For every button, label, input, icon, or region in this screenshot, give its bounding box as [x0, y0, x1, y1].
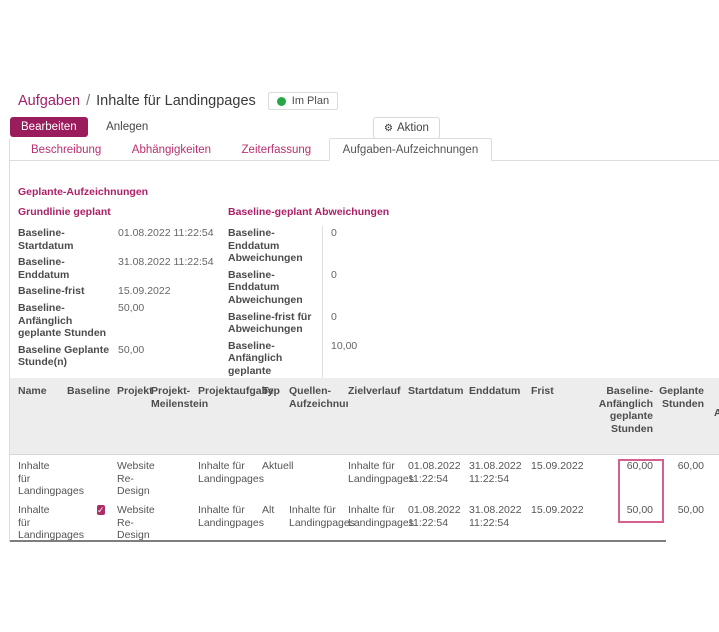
field-row: Baseline-Enddatum Abweichungen 0	[228, 269, 448, 307]
field-label: Baseline Geplante Stunde(n)	[18, 344, 118, 369]
cell-frist: 15.09.2022	[531, 460, 591, 499]
group-title: Grundlinie geplant	[18, 206, 220, 218]
cell-projekt: Website Re-Design	[117, 504, 151, 542]
cell-projektaufgabe: Inhalte für Landingpages	[198, 460, 262, 499]
column-header-projektaufgabe[interactable]: Projektaufgabe	[198, 385, 262, 454]
status-dot-icon	[277, 97, 286, 106]
baseline-checkbox-checked[interactable]: ✓	[97, 505, 105, 515]
field-row: Baseline-frist für Abweichungen 0	[228, 311, 448, 336]
cell-baseline	[67, 460, 117, 499]
field-label: Baseline-Anfänglich geplante Stunden	[18, 302, 118, 340]
table-row[interactable]: Inhalte für Landingpages ✓ Website Re-De…	[10, 499, 719, 542]
field-row: Baseline-Startdatum 01.08.2022 11:22:54	[18, 227, 220, 252]
tab-aufgaben-aufzeichnungen[interactable]: Aufgaben-Aufzeichnungen	[329, 138, 493, 161]
breadcrumb: Aufgaben / Inhalte für Landingpages Im P…	[18, 92, 338, 110]
tab-beschreibung[interactable]: Beschreibung	[18, 139, 114, 160]
gear-icon: ⚙	[384, 123, 393, 134]
field-label: Baseline-Startdatum	[18, 227, 118, 252]
group-title: Baseline-geplant Abweichungen	[228, 206, 448, 218]
cell-startdatum: 01.08.2022 11:22:54	[408, 504, 469, 542]
breadcrumb-separator: /	[86, 93, 90, 109]
status-badge: Im Plan	[268, 92, 338, 110]
field-row: Baseline-frist 15.09.2022	[18, 285, 220, 298]
column-header-startdatum[interactable]: Startdatum	[408, 385, 469, 454]
field-value: 50,00	[118, 302, 220, 340]
table-row[interactable]: Inhalte für Landingpages Website Re-Desi…	[10, 455, 719, 499]
column-header-enddatum[interactable]: Enddatum	[469, 385, 531, 454]
cell-projekt: Website Re-Design	[117, 460, 151, 499]
action-label: Aktion	[397, 122, 429, 134]
cell-frist: 15.09.2022	[531, 504, 591, 542]
cell-enddatum: 31.08.2022 11:22:54	[469, 460, 531, 499]
create-button[interactable]: Anlegen	[98, 117, 156, 137]
tab-abhaengigkeiten[interactable]: Abhängigkeiten	[119, 139, 224, 160]
cell-enddatum: 31.08.2022 11:22:54	[469, 504, 531, 542]
cell-typ: Alt	[262, 504, 289, 542]
cell-name: Inhalte für Landingpages	[10, 504, 67, 542]
field-value: 0	[322, 269, 448, 307]
field-label: Baseline-Enddatum Abweichungen	[228, 227, 322, 265]
table-header-row: Name Baseline Projekt Projekt-Meilenstei…	[10, 378, 719, 455]
check-icon: ✓	[97, 505, 105, 515]
table-bottom-cut-line	[10, 540, 666, 542]
field-row: Baseline-Enddatum 31.08.2022 11:22:54	[18, 256, 220, 281]
cell-projektaufgabe: Inhalte für Landingpages	[198, 504, 262, 542]
edit-button[interactable]: Bearbeiten	[10, 117, 88, 137]
field-row: Baseline-Enddatum Abweichungen 0	[228, 227, 448, 265]
field-label: Baseline-frist	[18, 285, 118, 298]
field-label: Baseline-Enddatum Abweichungen	[228, 269, 322, 307]
tab-zeiterfassung[interactable]: Zeiterfassung	[229, 139, 325, 160]
field-row: Baseline Geplante Stunde(n) 50,00	[18, 344, 220, 369]
column-header-quellen-aufzeichnungen[interactable]: Quellen-Aufzeichnungen	[289, 385, 348, 415]
breadcrumb-parent[interactable]: Aufgaben	[18, 93, 80, 109]
highlight-annotation-box	[618, 459, 664, 523]
column-header-zielverlauf[interactable]: Zielverlauf	[348, 385, 408, 454]
field-value: 0	[322, 227, 448, 265]
column-header-projekt[interactable]: Projekt	[117, 385, 151, 454]
page: Aufgaben / Inhalte für Landingpages Im P…	[0, 0, 719, 632]
cell-zielverlauf: Inhalte für Landingpages	[348, 504, 408, 542]
cell-geplante-stunden: 60,00	[657, 460, 707, 499]
field-value: 15.09.2022	[118, 285, 220, 298]
field-label: Baseline-Enddatum	[18, 256, 118, 281]
page-title: Inhalte für Landingpages	[96, 93, 256, 109]
column-header-projekt-meilenstein[interactable]: Projekt-Meilenstein	[151, 385, 198, 454]
cell-name: Inhalte für Landingpages	[10, 460, 67, 499]
cell-startdatum: 01.08.2022 11:22:54	[408, 460, 469, 499]
column-header-geplante-stunden[interactable]: Geplante Stunden	[657, 385, 707, 454]
status-label: Im Plan	[292, 95, 329, 107]
cell-geplante-stunden: 50,00	[657, 504, 707, 542]
action-button[interactable]: ⚙ Aktion	[373, 117, 440, 139]
records-table: Name Baseline Projekt Projekt-Meilenstei…	[10, 378, 719, 542]
cell-zielverlauf: Inhalte für Landingpages	[348, 460, 408, 499]
column-header-baseline-anfaenglich-geplante-stunden[interactable]: Baseline-Anfänglich geplante Stunden	[591, 385, 657, 454]
cell-quellen	[289, 460, 348, 499]
tab-bar: Beschreibung Abhängigkeiten Zeiterfassun…	[10, 138, 719, 161]
column-header-typ[interactable]: Typ	[262, 385, 289, 454]
column-header-baseline[interactable]: Baseline	[67, 385, 117, 454]
cell-baseline: ✓	[67, 504, 117, 542]
column-header-name[interactable]: Name	[10, 385, 67, 454]
field-value: 0	[322, 311, 448, 336]
field-value: 50,00	[118, 344, 220, 369]
cell-meilenstein	[151, 504, 198, 542]
cell-meilenstein	[151, 460, 198, 499]
field-value: 31.08.2022 11:22:54	[118, 256, 220, 281]
field-value: 01.08.2022 11:22:54	[118, 227, 220, 252]
cell-typ: Aktuell	[262, 460, 289, 499]
field-label: Baseline-frist für Abweichungen	[228, 311, 322, 336]
column-header-frist[interactable]: Frist	[531, 385, 591, 454]
section-title: Geplante-Aufzeichnungen	[18, 186, 148, 198]
cell-quellen: Inhalte für Landingpages	[289, 504, 348, 542]
group-grundlinie-geplant: Grundlinie geplant Baseline-Startdatum 0…	[18, 206, 220, 373]
clipped-column-header: A	[714, 407, 719, 419]
field-row: Baseline-Anfänglich geplante Stunden 50,…	[18, 302, 220, 340]
